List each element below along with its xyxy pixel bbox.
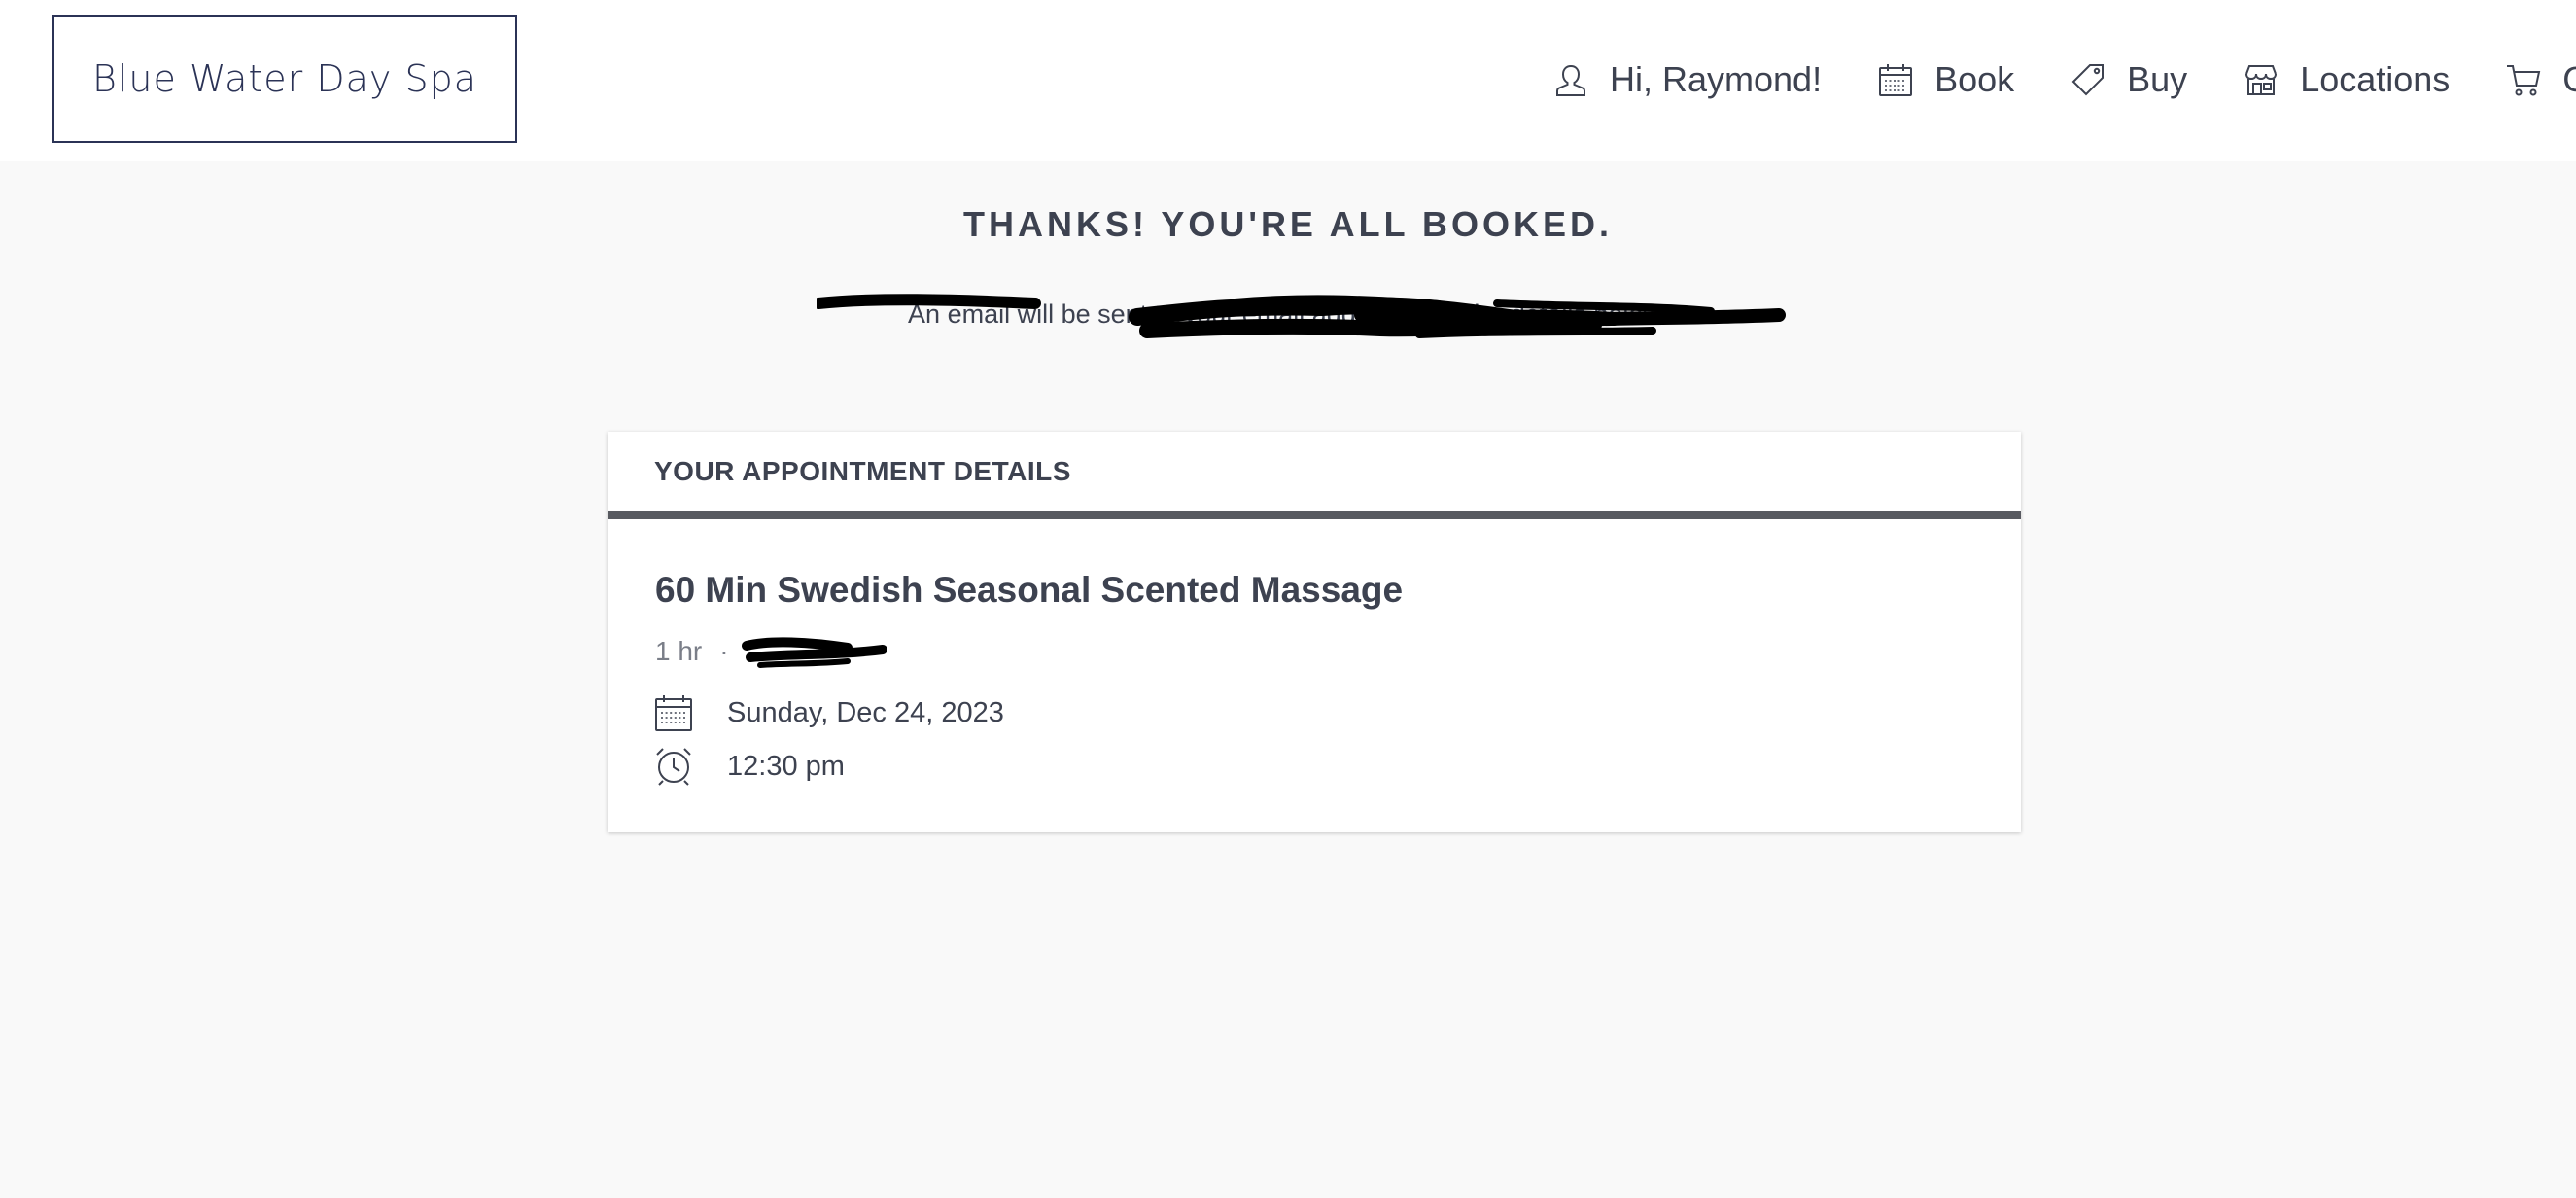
confirmation-title: THANKS! YOU'RE ALL BOOKED. — [963, 204, 1613, 244]
appointment-date: Sunday, Dec 24, 2023 — [727, 696, 1004, 728]
calendar-icon — [653, 692, 694, 733]
tag-icon — [2069, 60, 2107, 99]
nav-book[interactable]: Book — [1876, 59, 2014, 100]
nav-cart-label: C — [2562, 59, 2576, 99]
nav-account[interactable]: Hi, Raymond! — [1551, 59, 1822, 100]
confirmation-page: THANKS! YOU'RE ALL BOOKED. An email will… — [0, 161, 2576, 1198]
separator-dot: · — [719, 636, 729, 666]
provider-redaction — [741, 637, 887, 668]
nav-buy-label: Buy — [2127, 59, 2188, 99]
nav-greeting: Hi, Raymond! — [1610, 59, 1823, 99]
nav-locations[interactable]: Locations — [2242, 59, 2450, 100]
nav-locations-label: Locations — [2300, 59, 2451, 99]
brand-logo[interactable]: Blue Water Day Spa — [52, 15, 517, 143]
calendar-icon — [1876, 60, 1915, 99]
user-icon — [1551, 60, 1590, 99]
redaction-scribble — [817, 294, 1786, 338]
duration: 1 hr — [655, 636, 703, 666]
appointment-date-row: Sunday, Dec 24, 2023 — [653, 692, 1004, 733]
store-icon — [2242, 60, 2280, 99]
appointment-details-header: YOUR APPOINTMENT DETAILS — [608, 432, 2021, 519]
nav-buy[interactable]: Buy — [2069, 59, 2187, 100]
cart-icon — [2504, 60, 2543, 99]
duration-row: 1 hr · — [655, 632, 887, 671]
service-name: 60 Min Swedish Seasonal Scented Massage — [655, 570, 1404, 610]
appointment-time-row: 12:30 pm — [653, 746, 845, 787]
nav-cart[interactable]: C — [2504, 59, 2576, 100]
site-header: Blue Water Day Spa Hi, Raymond! Book Buy… — [0, 0, 2576, 161]
main-nav: Hi, Raymond! Book Buy Locations C — [1551, 51, 2576, 109]
appointment-time: 12:30 pm — [727, 750, 845, 782]
brand-logo-text: Blue Water Day Spa — [91, 57, 478, 100]
nav-book-label: Book — [1934, 59, 2015, 99]
appointment-details-card: YOUR APPOINTMENT DETAILS 60 Min Swedish … — [608, 432, 2021, 832]
alarm-clock-icon — [653, 746, 694, 787]
